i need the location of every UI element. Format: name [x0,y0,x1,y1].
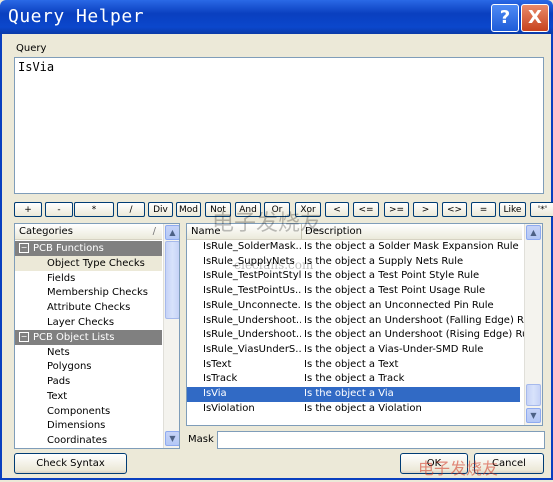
function-name: IsVia [203,388,227,399]
operator-like-button[interactable]: Like [499,202,526,217]
tree-item-membership-checks[interactable]: Membership Checks [15,285,148,300]
query-textarea[interactable]: IsVia [14,57,544,194]
operator-plus-button[interactable]: + [14,202,42,217]
categories-tree[interactable]: Categories / − PCB Functions Object Type … [14,223,180,449]
function-description: Is the object a Vias-Under-SMD Rule [304,343,484,355]
down-arrow-icon[interactable]: ▼ [165,431,179,446]
collapse-icon[interactable]: − [19,243,29,253]
categories-header-label: Categories [19,226,73,237]
tree-item-nets[interactable]: Nets [15,345,70,360]
query-label: Query [16,43,47,54]
collapse-icon[interactable]: − [19,332,29,342]
window-title: Query Helper [8,6,145,27]
function-row[interactable]: IsRule_Undershoot... Is the object an Und… [187,328,537,343]
function-description: Is the object a Track [304,373,405,385]
tree-group-label: PCB Functions [33,243,104,254]
function-name: IsTrack [203,373,238,385]
operator-minus-button[interactable]: - [45,202,73,217]
function-description: Is the object a Test Point Style Rule [304,270,480,282]
function-name: IsViolation [203,402,255,414]
function-description: Is the object a Via [304,388,394,399]
function-description: Is the object a Violation [304,402,422,414]
function-description: Is the object an Undershoot (Falling Edg… [304,314,539,326]
watermark-url: elecfans.com [234,258,314,272]
check-syntax-button[interactable]: Check Syntax [14,453,127,474]
function-row-selected[interactable]: IsVia Is the object a Via [187,387,520,402]
function-description: Is the object an Unconnected Pin Rule [304,299,494,311]
operator-divide-button[interactable]: / [117,202,145,217]
operator-not-equal-button[interactable]: <> [442,202,467,217]
tree-item-components[interactable]: Components [15,404,110,419]
function-name: IsRule_Unconnecte... [203,299,301,311]
tree-item-polygons[interactable]: Polygons [15,359,92,374]
function-name: IsText [203,358,232,370]
function-name: IsRule_ViasUnderS... [203,343,301,355]
function-name: IsRule_Undershoot... [203,314,301,326]
function-description: Is the object a Solder Mask Expansion Ru… [304,241,519,252]
tree-group-pcb-functions[interactable]: − PCB Functions [15,241,162,256]
mask-label: Mask [188,434,214,445]
function-name: IsRule_SolderMask... [203,241,301,252]
function-row[interactable]: IsViolation Is the object a Violation [187,402,520,417]
sort-indicator-icon: / [152,226,156,237]
function-description: Is the object a Text [304,358,399,370]
operator-less-button[interactable]: < [325,202,349,217]
operator-greater-equal-button[interactable]: >= [384,202,409,217]
function-description: Is the object an Undershoot (Rising Edge… [304,329,538,341]
function-description: Is the object a Test Point Usage Rule [304,285,486,297]
operator-wildcard-button[interactable]: '*' [530,202,553,217]
help-button[interactable]: ? [491,4,519,32]
functions-scrollbar[interactable]: ▲ ▼ [524,224,542,425]
operator-mod-button[interactable]: Mod [176,202,201,217]
watermark-corner: 电子发烧友 [418,459,499,478]
function-row[interactable]: IsRule_SolderMask... Is the object a Sold… [187,240,520,255]
up-arrow-icon[interactable]: ▲ [165,225,179,240]
tree-item-text[interactable]: Text [15,389,67,404]
operator-equal-button[interactable]: = [471,202,496,217]
watermark-logo: 电子发烧友 [212,211,323,236]
mask-combobox[interactable] [217,431,545,449]
close-button[interactable]: X [521,4,549,32]
up-arrow-icon[interactable]: ▲ [526,225,541,240]
function-name: IsRule_Undershoot... [203,329,301,341]
function-row[interactable]: IsText Is the object a Text [187,358,520,373]
categories-header[interactable]: Categories / [15,224,162,240]
tree-item-object-type-checks[interactable]: Object Type Checks [15,256,162,271]
tree-item-coordinates[interactable]: Coordinates [15,433,107,448]
tree-group-label: PCB Object Lists [33,332,115,343]
tree-item-attribute-checks[interactable]: Attribute Checks [15,300,130,315]
operator-multiply-button[interactable]: * [74,202,114,217]
tree-item-dimensions[interactable]: Dimensions [15,418,105,433]
operator-greater-button[interactable]: > [413,202,438,217]
function-row[interactable]: IsRule_ViasUnderS... Is the object a Vias… [187,343,520,358]
down-arrow-icon[interactable]: ▼ [526,408,541,423]
tree-item-pads[interactable]: Pads [15,374,70,389]
tree-item-layer-checks[interactable]: Layer Checks [15,315,114,330]
function-name: IsRule_TestPointUs... [203,285,301,297]
operator-less-equal-button[interactable]: <= [353,202,379,217]
operator-div-button[interactable]: Div [148,202,173,217]
functions-list[interactable]: Name Description IsRule_SolderMask... Is … [186,223,543,426]
function-row[interactable]: IsRule_Unconnecte... Is the object an Unc… [187,299,520,314]
function-row[interactable]: IsRule_Undershoot... Is the object an Und… [187,314,539,329]
scrollbar-thumb[interactable] [165,241,179,319]
tree-item-fields[interactable]: Fields [15,271,75,286]
categories-scrollbar[interactable]: ▲ ▼ [163,224,179,448]
title-bar[interactable]: Query Helper ? X [0,0,553,34]
function-description: Is the object a Supply Nets Rule [304,255,464,267]
scrollbar-thumb[interactable] [526,384,541,406]
function-row[interactable]: IsRule_TestPointUs... Is the object a Tes… [187,284,520,299]
tree-group-pcb-object-lists[interactable]: − PCB Object Lists [15,330,162,345]
function-row[interactable]: IsTrack Is the object a Track [187,372,520,387]
